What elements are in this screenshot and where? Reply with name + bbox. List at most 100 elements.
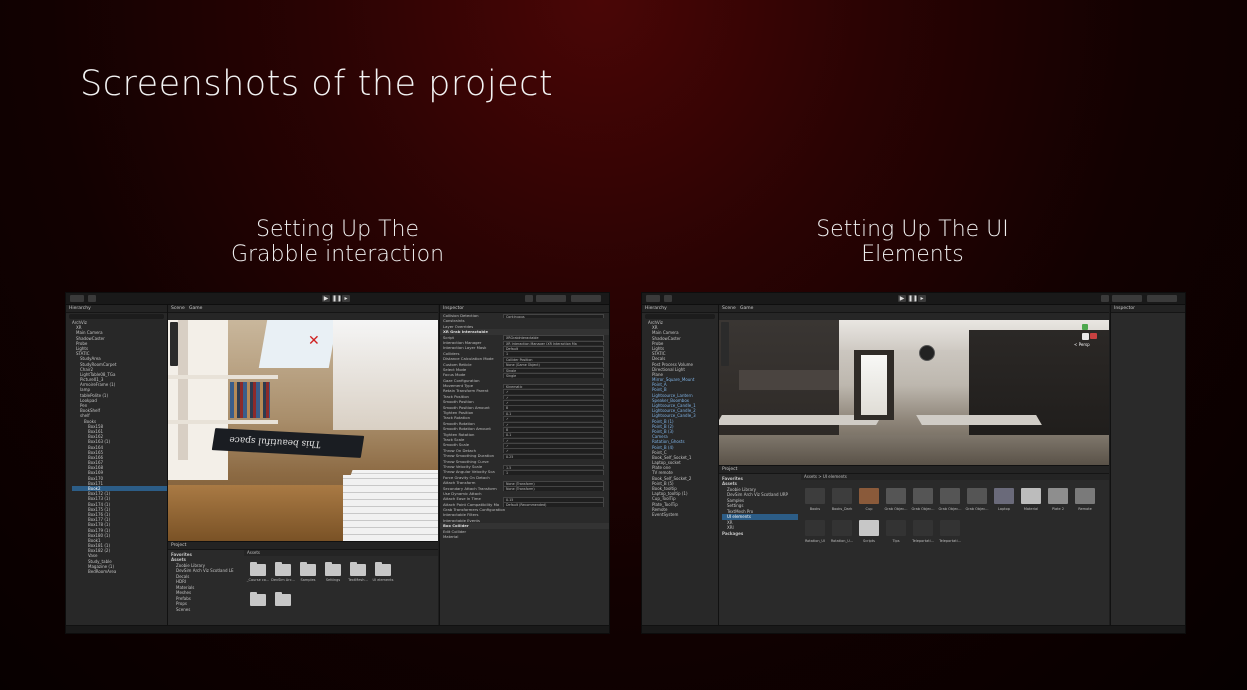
inspector-label: Collision Detection bbox=[443, 313, 479, 318]
asset-thumbnail[interactable] bbox=[832, 488, 852, 504]
folder-icon[interactable] bbox=[250, 592, 266, 606]
asset-thumbnail[interactable] bbox=[913, 520, 933, 536]
hierarchy-panel: Hierarchy ArchViz XR Main Camera ShadowCast… bbox=[66, 305, 168, 633]
hierarchy-item[interactable]: EventSystem bbox=[648, 512, 718, 517]
project-tree-item[interactable]: Props bbox=[171, 601, 239, 606]
cloud-icon[interactable] bbox=[664, 295, 672, 302]
project-tree-item[interactable]: UI elements bbox=[722, 514, 798, 520]
hierarchy-title: Hierarchy bbox=[66, 305, 167, 313]
step-button[interactable]: ▸ bbox=[918, 295, 926, 302]
step-button[interactable]: ▸ bbox=[342, 295, 350, 302]
pause-button[interactable]: ❚❚ bbox=[908, 295, 918, 302]
project-panel: Project Favorites Assets Zoobie Library Dev… bbox=[719, 465, 1109, 626]
folder-icon[interactable] bbox=[350, 562, 366, 576]
folder-icon[interactable] bbox=[300, 562, 316, 576]
layout-dropdown[interactable] bbox=[1147, 295, 1177, 302]
project-tree-item[interactable]: Meshes bbox=[171, 590, 239, 595]
project-tree-item[interactable]: Assets bbox=[171, 557, 239, 562]
account-button[interactable] bbox=[70, 295, 84, 302]
asset-thumbnail[interactable] bbox=[994, 488, 1014, 504]
cloud-icon[interactable] bbox=[88, 295, 96, 302]
layers-dropdown[interactable] bbox=[1112, 295, 1142, 302]
project-tree-item[interactable]: Favorites bbox=[171, 552, 239, 557]
inspector-label: Force Gravity On Detach bbox=[443, 474, 490, 480]
hierarchy-list: ArchViz XR Main Camera ShadowCaster Probe Lig… bbox=[66, 320, 167, 574]
inspector-label: Use Dynamic Attach bbox=[443, 490, 482, 496]
folder-label: UI elements bbox=[372, 578, 394, 582]
asset-thumbnail[interactable] bbox=[805, 488, 825, 504]
inspector-label: Attach Ease In Time bbox=[443, 496, 481, 502]
search-icon[interactable] bbox=[1101, 295, 1109, 302]
asset-thumbnail[interactable] bbox=[886, 520, 906, 536]
asset-thumbnail[interactable] bbox=[1075, 488, 1095, 504]
project-tree-item[interactable]: Decals bbox=[171, 574, 239, 579]
project-tree-item[interactable]: Zoobie Library bbox=[722, 487, 798, 492]
tab-game[interactable]: Game bbox=[740, 306, 753, 311]
folder-icon[interactable] bbox=[375, 562, 391, 576]
layout-dropdown[interactable] bbox=[571, 295, 601, 302]
asset-thumbnail[interactable] bbox=[859, 488, 879, 504]
asset-thumbnail[interactable] bbox=[940, 520, 960, 536]
layers-dropdown[interactable] bbox=[536, 295, 566, 302]
asset-thumbnail[interactable] bbox=[886, 488, 906, 504]
inspector-label: Smooth Rotation Amount bbox=[443, 426, 491, 432]
folder-icon[interactable] bbox=[325, 562, 341, 576]
asset-thumbnail[interactable] bbox=[1048, 488, 1068, 504]
shelf-board bbox=[168, 375, 278, 379]
project-tree-item[interactable]: XRI bbox=[722, 525, 798, 530]
scene-viewport[interactable]: ✕ This beautiful space bbox=[168, 320, 438, 541]
project-tree-item[interactable]: DevSim Arch Viz Scotland LE bbox=[171, 568, 239, 573]
project-tree-item[interactable]: TextMesh Pro bbox=[722, 509, 798, 514]
asset-thumbnail[interactable] bbox=[1021, 488, 1041, 504]
asset-thumbnail[interactable] bbox=[967, 488, 987, 504]
folder-icon[interactable] bbox=[250, 562, 266, 576]
inspector-label: Focus Mode bbox=[443, 372, 466, 378]
tab-scene[interactable]: Scene bbox=[171, 306, 185, 311]
project-tree-item[interactable]: Prefabs bbox=[171, 596, 239, 601]
project-tree-item[interactable]: Packages bbox=[722, 531, 798, 536]
inspector-label: Grab Transformers Configuration bbox=[443, 507, 506, 513]
project-tree-item[interactable]: DevSim Arch Viz Scotland URP bbox=[722, 492, 798, 497]
tab-game[interactable]: Game bbox=[189, 306, 202, 311]
project-tree-item[interactable]: Samples bbox=[722, 498, 798, 503]
gizmo-center bbox=[1082, 333, 1089, 340]
gizmo-y-axis bbox=[1082, 324, 1088, 330]
tab-scene[interactable]: Scene bbox=[722, 306, 736, 311]
transform-tools[interactable] bbox=[721, 322, 729, 366]
asset-thumbnail[interactable] bbox=[805, 520, 825, 536]
project-tree-item[interactable]: Scenes bbox=[171, 607, 239, 612]
play-button[interactable]: ▶ bbox=[898, 295, 906, 302]
inspector-label: Layer Overrides bbox=[443, 323, 474, 329]
project-tree-item[interactable]: Assets bbox=[722, 481, 798, 486]
project-tree-item[interactable]: HDRI bbox=[171, 579, 239, 584]
pause-button[interactable]: ❚❚ bbox=[332, 295, 342, 302]
asset-thumbnail[interactable] bbox=[940, 488, 960, 504]
inspector-label: Smooth Position Amount bbox=[443, 404, 490, 410]
inspector-fields: Collision Detection Continuous Constraints… bbox=[440, 313, 609, 539]
play-button[interactable]: ▶ bbox=[322, 295, 330, 302]
transform-tools[interactable] bbox=[170, 322, 178, 366]
hierarchy-search-input[interactable] bbox=[645, 314, 715, 319]
search-icon[interactable] bbox=[525, 295, 533, 302]
hierarchy-search-input[interactable] bbox=[69, 314, 164, 319]
inspector-label: Throw Smoothing Duration bbox=[443, 453, 495, 459]
project-tree-item[interactable]: XR bbox=[722, 520, 798, 525]
scene-viewport[interactable]: < Persp bbox=[719, 320, 1109, 465]
book-title: This beautiful space bbox=[228, 433, 322, 449]
asset-thumbnail[interactable] bbox=[913, 488, 933, 504]
project-tree-item[interactable]: Zoobie Library bbox=[171, 563, 239, 568]
inspector-row[interactable]: Material bbox=[440, 534, 609, 539]
folder-icon[interactable] bbox=[275, 592, 291, 606]
hierarchy-item[interactable]: BedRoomArea bbox=[72, 569, 167, 574]
assets-grid: _Course co... DevSim Arc... Samples Setting… bbox=[244, 558, 438, 626]
project-tree-item[interactable]: Settings bbox=[722, 503, 798, 508]
asset-label: Rotation_UI bbox=[805, 539, 825, 543]
project-tree-item[interactable]: Favorites bbox=[722, 476, 798, 481]
asset-thumbnail[interactable] bbox=[832, 520, 852, 536]
doorway bbox=[861, 355, 887, 415]
folder-icon[interactable] bbox=[275, 562, 291, 576]
asset-thumbnail[interactable] bbox=[859, 520, 879, 536]
project-tree-item[interactable]: Materials bbox=[171, 585, 239, 590]
account-button[interactable] bbox=[646, 295, 660, 302]
orientation-gizmo[interactable]: < Persp bbox=[1071, 322, 1101, 352]
